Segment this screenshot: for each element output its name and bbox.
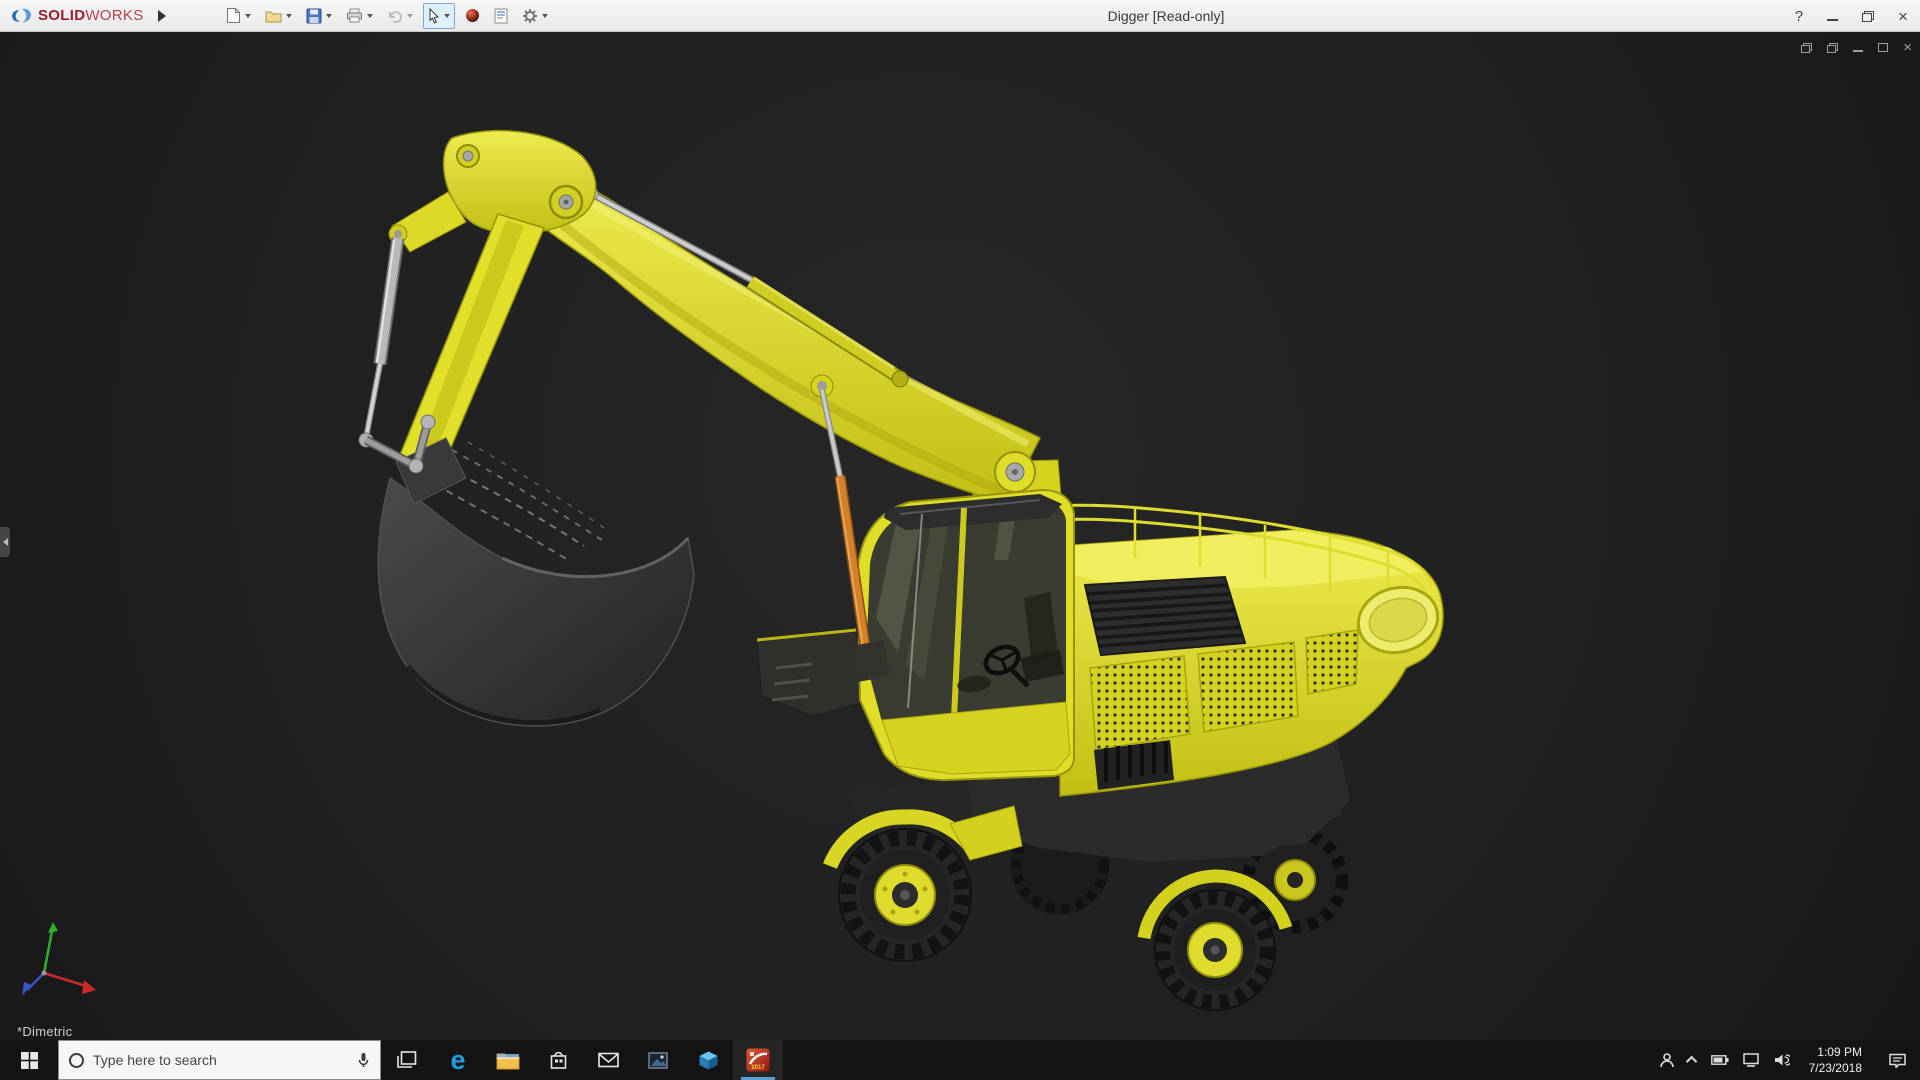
person-icon [1659, 1052, 1675, 1068]
options-button[interactable] [518, 3, 552, 29]
taskbar-app-cube-viewer[interactable] [683, 1040, 733, 1080]
open-document-button[interactable] [261, 3, 296, 29]
new-document-button[interactable] [222, 3, 255, 29]
undo-icon [387, 9, 403, 23]
front-left-wheel[interactable] [839, 829, 971, 961]
edge-icon: e [450, 1047, 465, 1074]
print-button[interactable] [342, 3, 377, 29]
menu-expand-arrow[interactable] [158, 10, 166, 22]
system-tray: 1:09 PM 7/23/2018 [1652, 1040, 1920, 1080]
dropdown-caret[interactable] [367, 14, 373, 18]
select-cursor-icon [428, 8, 440, 24]
battery-icon [1711, 1055, 1729, 1065]
tray-overflow-button[interactable] [1682, 1040, 1704, 1080]
close-button[interactable]: × [1898, 8, 1908, 25]
dropdown-caret[interactable] [326, 14, 332, 18]
windows-logo-icon [21, 1052, 38, 1069]
microphone-icon[interactable] [357, 1052, 370, 1068]
windows-taskbar: e [0, 1040, 1920, 1080]
clock-date: 7/23/2018 [1809, 1060, 1862, 1076]
action-center-button[interactable] [1874, 1040, 1920, 1080]
window-controls: ? × [1795, 0, 1908, 32]
dropdown-caret[interactable] [407, 14, 413, 18]
solidworks-application: SOLIDWORKS [0, 0, 1920, 1080]
select-tool-button[interactable] [423, 3, 455, 29]
orientation-triad-icon [22, 922, 96, 996]
quick-access-toolbar [222, 3, 552, 29]
child-close-icon[interactable]: × [1903, 40, 1912, 55]
document-title: Digger [Read-only] [1108, 0, 1225, 32]
graphics-area[interactable]: × *Dimetric [0, 32, 1920, 1040]
taskbar-app-store[interactable] [533, 1040, 583, 1080]
brand-solid: SOLID [38, 7, 85, 24]
new-document-icon [226, 7, 241, 24]
task-view-button[interactable] [381, 1040, 433, 1080]
volume-indicator[interactable] [1767, 1040, 1797, 1080]
store-icon [549, 1051, 568, 1070]
file-explorer-icon [496, 1051, 520, 1070]
excavator-3d-model[interactable] [0, 32, 1920, 1040]
design-binder-icon [494, 8, 508, 24]
view-orientation-label: *Dimetric [17, 1024, 72, 1039]
boom-arm[interactable] [533, 172, 1040, 504]
bucket[interactable] [378, 438, 694, 726]
bucket-cylinder[interactable] [359, 225, 407, 447]
start-button[interactable] [0, 1040, 58, 1080]
taskbar-app-mail[interactable] [583, 1040, 633, 1080]
child-restore-icon[interactable] [1801, 43, 1812, 53]
print-icon [346, 8, 363, 23]
child-cascade-icon[interactable] [1827, 43, 1838, 53]
cab[interactable] [858, 490, 1074, 780]
save-button[interactable] [302, 3, 336, 29]
mail-icon [598, 1052, 619, 1068]
chevron-left-icon [3, 538, 8, 546]
speaker-icon [1774, 1053, 1790, 1067]
taskbar-app-edge[interactable]: e [433, 1040, 483, 1080]
minimize-button[interactable] [1827, 12, 1838, 21]
battery-indicator[interactable] [1704, 1040, 1736, 1080]
front-right-wheel[interactable] [1155, 890, 1275, 1010]
brand-works: WORKS [85, 7, 143, 24]
dropdown-caret[interactable] [286, 14, 292, 18]
panel-flyout-tab[interactable] [0, 527, 10, 557]
solidworks-logo: SOLIDWORKS [0, 7, 152, 25]
window-titlebar: SOLIDWORKS [0, 0, 1920, 32]
taskbar-app-photos[interactable] [633, 1040, 683, 1080]
cube-app-icon [699, 1051, 718, 1070]
cortana-icon [69, 1053, 84, 1068]
child-maximize-icon[interactable] [1878, 43, 1888, 52]
taskbar-app-file-explorer[interactable] [483, 1040, 533, 1080]
front-step-panel[interactable] [757, 630, 874, 716]
ds-logo-icon [10, 7, 34, 25]
dropdown-caret[interactable] [542, 14, 548, 18]
chevron-up-icon [1686, 1056, 1697, 1067]
design-binder-button[interactable] [490, 3, 512, 29]
search-input[interactable] [93, 1052, 348, 1068]
photos-app-icon [648, 1052, 668, 1069]
child-window-controls: × [1801, 40, 1912, 55]
action-center-icon [1889, 1053, 1906, 1068]
dropdown-caret[interactable] [245, 14, 251, 18]
task-view-icon [397, 1051, 417, 1069]
undo-button[interactable] [383, 3, 417, 29]
restore-button[interactable] [1862, 11, 1874, 22]
network-indicator[interactable] [1736, 1040, 1767, 1080]
solidworks-year-badge: 2017 [746, 1065, 770, 1071]
engine-vent-panel[interactable] [1085, 577, 1245, 655]
taskbar-app-solidworks[interactable]: 2017 [733, 1040, 783, 1080]
people-button[interactable] [1652, 1040, 1682, 1080]
help-button[interactable]: ? [1795, 8, 1803, 25]
network-icon [1743, 1053, 1760, 1067]
child-minimize-icon[interactable] [1853, 44, 1863, 52]
save-icon [306, 8, 322, 24]
clock-time: 1:09 PM [1817, 1044, 1862, 1060]
appearance-sphere-icon [465, 8, 480, 23]
open-folder-icon [265, 9, 282, 23]
dropdown-caret[interactable] [444, 14, 450, 18]
taskbar-search[interactable] [58, 1040, 381, 1080]
appearance-sphere-button[interactable] [461, 3, 484, 29]
solidworks-app-icon: 2017 [746, 1048, 770, 1072]
tray-clock[interactable]: 1:09 PM 7/23/2018 [1797, 1040, 1874, 1080]
gear-icon [522, 8, 538, 24]
